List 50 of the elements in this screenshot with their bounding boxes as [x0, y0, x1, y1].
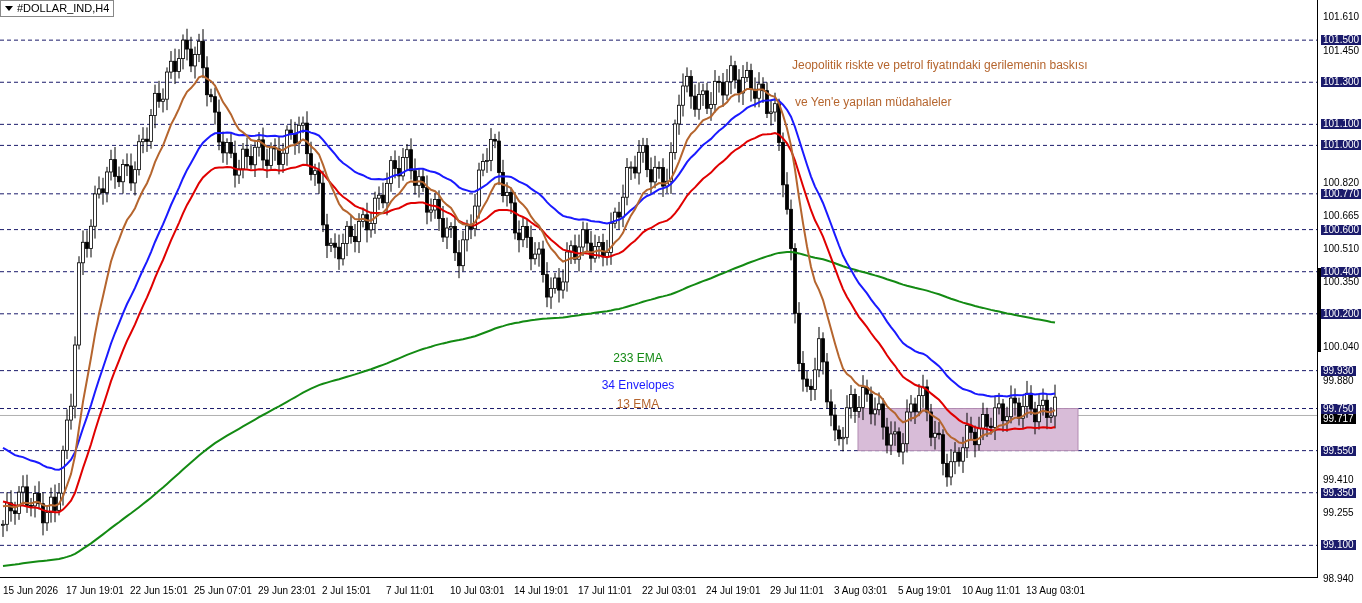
time-label: 29 Jul 11:01 — [770, 584, 825, 598]
price-label: 100.350 — [1321, 277, 1362, 288]
dropdown-icon — [5, 6, 13, 11]
price-label: 99.410 — [1321, 475, 1356, 486]
time-label: 14 Jul 19:01 — [514, 584, 570, 598]
time-label: 15 Jun 2026 — [3, 584, 60, 598]
price-label: 101.100 — [1321, 119, 1362, 130]
legend-label: 34 Envelopes — [601, 377, 675, 394]
annotation-text: Jeopolitik riskte ve petrol fiyatındaki gerilemenin baskısı — [792, 57, 1088, 74]
price-label: 100.770 — [1321, 188, 1362, 199]
annotation-text: ve Yen'e yapılan müdahaleler — [795, 94, 952, 111]
price-label: 101.000 — [1321, 140, 1362, 151]
price-label: 101.500 — [1321, 35, 1362, 46]
time-label: 29 Jun 23:01 — [258, 584, 317, 598]
price-label: 100.820 — [1321, 178, 1362, 189]
legend-label: 13 EMA — [616, 396, 660, 413]
time-label: 13 Aug 03:01 — [1026, 584, 1086, 598]
time-label: 17 Jul 11:01 — [578, 584, 633, 598]
time-label: 3 Aug 03:01 — [834, 584, 889, 598]
time-label: 25 Jun 07:01 — [194, 584, 253, 598]
time-label: 17 Jun 19:01 — [66, 584, 125, 598]
price-label: 99.100 — [1321, 540, 1356, 551]
price-label: 100.400 — [1321, 266, 1362, 277]
time-label: 7 Jul 11:01 — [386, 584, 436, 598]
price-label: 98.940 — [1321, 574, 1356, 585]
price-label: 99.255 — [1321, 507, 1356, 518]
price-label: 101.300 — [1321, 77, 1362, 88]
time-label: 10 Jul 03:01 — [450, 584, 506, 598]
time-label: 10 Aug 11:01 — [962, 584, 1022, 598]
price-label: 100.510 — [1321, 243, 1362, 254]
chart-title[interactable]: #DOLLAR_IND,H4 — [0, 0, 115, 17]
price-label: 100.665 — [1321, 210, 1362, 221]
time-label: 5 Aug 19:01 — [898, 584, 953, 598]
time-label: 24 Jul 19:01 — [706, 584, 762, 598]
price-label: 100.040 — [1321, 342, 1362, 353]
price-label: 101.450 — [1321, 45, 1362, 56]
price-label: 99.930 — [1321, 365, 1356, 376]
price-label: 100.200 — [1321, 308, 1362, 319]
time-label: 2 Jul 15:01 — [322, 584, 372, 598]
price-label: 100.600 — [1321, 224, 1362, 235]
symbol-label: #DOLLAR_IND,H4 — [17, 1, 110, 17]
price-label: 99.717 — [1321, 414, 1356, 425]
price-label: 101.610 — [1321, 12, 1362, 22]
price-label: 99.880 — [1321, 376, 1356, 387]
legend-label: 233 EMA — [613, 350, 663, 367]
price-label: 99.350 — [1321, 487, 1356, 498]
time-label: 22 Jul 03:01 — [642, 584, 698, 598]
time-label: 22 Jun 15:01 — [130, 584, 189, 598]
price-label: 99.750 — [1321, 403, 1356, 414]
price-label: 99.550 — [1321, 445, 1356, 456]
